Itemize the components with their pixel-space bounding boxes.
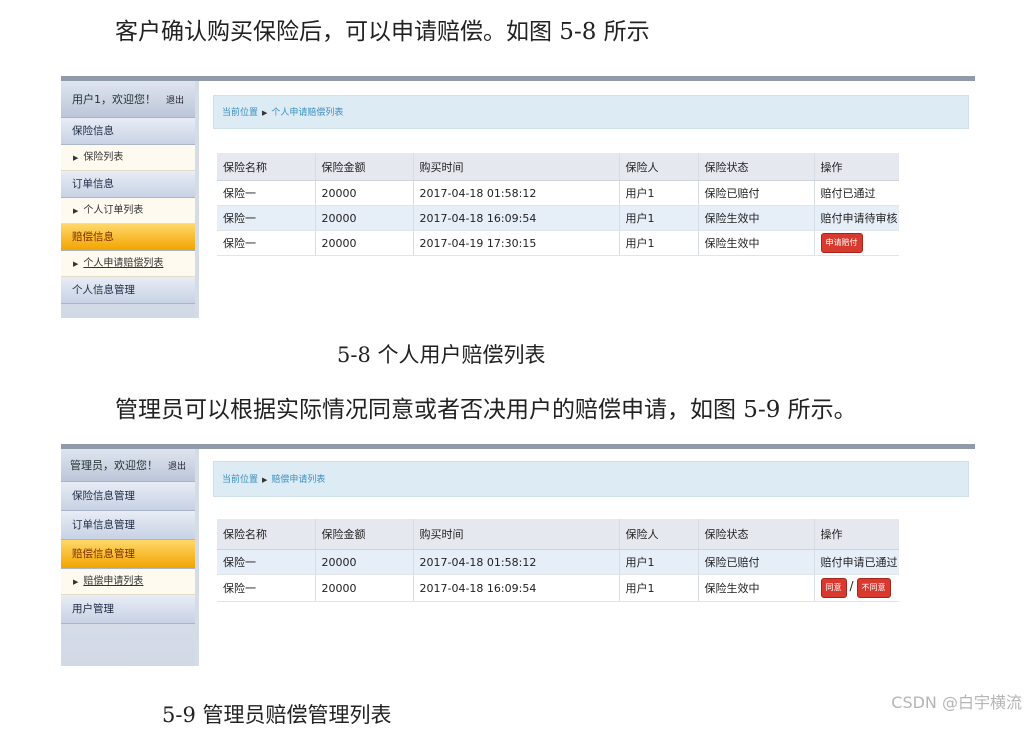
breadcrumb-label: 当前位置	[222, 475, 259, 485]
column-header: 保险人	[618, 153, 698, 181]
cell-amount: 20000	[314, 574, 413, 602]
triangle-right-icon: ▶	[73, 260, 79, 268]
cell-amount: 20000	[314, 205, 413, 231]
cell-time: 2017-04-18 16:09:54	[412, 574, 619, 602]
table-row: 保险一 20000 2017-04-19 17:30:15 用户1 保险生效中 …	[217, 230, 899, 256]
sidebar-item-insurance-management[interactable]: 保险信息管理	[61, 482, 195, 511]
cell-status: 保险已赔付	[697, 180, 814, 206]
sidebar-item-insurance-info[interactable]: 保险信息	[61, 118, 195, 145]
cell-amount: 20000	[314, 180, 413, 206]
column-header: 保险名称	[217, 519, 315, 550]
sidebar-subitem-claim-requests[interactable]: ▶ 赔偿申请列表	[61, 569, 195, 595]
sidebar-item-order-management[interactable]: 订单信息管理	[61, 511, 195, 540]
column-header: 操作	[813, 519, 899, 550]
breadcrumb-label: 当前位置	[222, 108, 259, 118]
sidebar-item-profile[interactable]: 个人信息管理	[61, 277, 195, 304]
cell-status: 保险生效中	[697, 230, 814, 256]
paragraph-purchase-claim: 客户确认购买保险后，可以申请赔偿。如图 5-8 所示	[115, 19, 650, 45]
cell-status: 保险生效中	[697, 205, 814, 231]
triangle-right-icon: ▶	[262, 476, 268, 484]
sidebar-header: 用户1，欢迎您！ 退出	[61, 81, 195, 118]
sidebar: 管理员，欢迎您！ 退出 保险信息管理 订单信息管理 赔偿信息管理 ▶ 赔偿申请列表…	[61, 449, 196, 666]
apply-claim-button[interactable]: 申请赔付	[820, 233, 863, 253]
cell-holder: 用户1	[618, 549, 698, 575]
sidebar-item-claim-info[interactable]: 赔偿信息	[61, 224, 195, 251]
breadcrumb-current[interactable]: 赔偿申请列表	[271, 475, 325, 485]
column-header: 购买时间	[412, 153, 619, 181]
screenshot-admin-claims: 管理员，欢迎您！ 退出 保险信息管理 订单信息管理 赔偿信息管理 ▶ 赔偿申请列表…	[61, 444, 975, 666]
figure-caption-5-9: 5-9 管理员赔偿管理列表	[162, 703, 392, 727]
separator: /	[849, 579, 854, 593]
breadcrumb: 当前位置 ▶ 赔偿申请列表	[213, 461, 969, 497]
logout-link[interactable]: 退出	[166, 93, 184, 106]
column-header: 保险状态	[697, 519, 814, 550]
cell-amount: 20000	[314, 549, 413, 575]
sidebar-item-order-info[interactable]: 订单信息	[61, 171, 195, 198]
cell-time: 2017-04-18 16:09:54	[412, 205, 619, 231]
breadcrumb-current[interactable]: 个人申请赔偿列表	[271, 108, 343, 118]
column-header: 购买时间	[412, 519, 619, 550]
cell-action: 申请赔付	[813, 230, 899, 256]
cell-action: 同意 / 不同意	[813, 574, 899, 602]
figure-caption-5-8: 5-8 个人用户赔偿列表	[337, 343, 546, 367]
table-header-row: 保险名称 保险金额 购买时间 保险人 保险状态 操作	[217, 519, 899, 550]
cell-time: 2017-04-18 01:58:12	[412, 549, 619, 575]
table-header-row: 保险名称 保险金额 购买时间 保险人 保险状态 操作	[217, 153, 899, 181]
column-header: 保险名称	[217, 153, 315, 181]
cell-action: 赔付申请已通过	[813, 549, 899, 575]
sidebar-item-user-management[interactable]: 用户管理	[61, 595, 195, 624]
main-content: 当前位置 ▶ 个人申请赔偿列表 保险名称 保险金额 购买时间 保险人 保险状态 操作…	[195, 81, 975, 318]
logout-link[interactable]: 退出	[168, 459, 186, 472]
cell-holder: 用户1	[618, 205, 698, 231]
cell-time: 2017-04-19 17:30:15	[412, 230, 619, 256]
cell-name: 保险一	[217, 205, 315, 231]
triangle-right-icon: ▶	[262, 109, 268, 117]
table-row: 保险一 20000 2017-04-18 01:58:12 用户1 保险已赔付 …	[217, 180, 899, 206]
table-row: 保险一 20000 2017-04-18 01:58:12 用户1 保险已赔付 …	[217, 549, 899, 575]
cell-holder: 用户1	[618, 180, 698, 206]
triangle-right-icon: ▶	[73, 154, 79, 162]
approve-button[interactable]: 同意	[820, 578, 847, 598]
cell-action: 赔付申请待审核	[813, 205, 899, 231]
watermark: CSDN @白宇横流	[891, 693, 1022, 712]
column-header: 保险状态	[697, 153, 814, 181]
column-header: 保险人	[618, 519, 698, 550]
cell-action: 赔付已通过	[813, 180, 899, 206]
welcome-text: 管理员，欢迎您！	[69, 459, 158, 472]
sidebar-item-claim-management[interactable]: 赔偿信息管理	[61, 540, 195, 569]
sidebar-header: 管理员，欢迎您！ 退出	[61, 449, 195, 482]
cell-holder: 用户1	[618, 230, 698, 256]
claims-table: 保险名称 保险金额 购买时间 保险人 保险状态 操作 保险一 20000 201…	[217, 519, 899, 602]
triangle-right-icon: ▶	[73, 578, 79, 586]
cell-amount: 20000	[314, 230, 413, 256]
cell-name: 保险一	[217, 230, 315, 256]
breadcrumb: 当前位置 ▶ 个人申请赔偿列表	[213, 95, 969, 129]
cell-holder: 用户1	[618, 574, 698, 602]
sidebar-subitem-my-orders[interactable]: ▶ 个人订单列表	[61, 198, 195, 224]
cell-name: 保险一	[217, 574, 315, 602]
screenshot-user-claims: 用户1，欢迎您！ 退出 保险信息 ▶ 保险列表 订单信息 ▶ 个人订单列表 赔偿信息…	[61, 76, 975, 318]
column-header: 操作	[813, 153, 899, 181]
cell-status: 保险已赔付	[697, 549, 814, 575]
table-row: 保险一 20000 2017-04-18 16:09:54 用户1 保险生效中 …	[217, 205, 899, 231]
cell-time: 2017-04-18 01:58:12	[412, 180, 619, 206]
sidebar: 用户1，欢迎您！ 退出 保险信息 ▶ 保险列表 订单信息 ▶ 个人订单列表 赔偿信息…	[61, 81, 196, 318]
main-content: 当前位置 ▶ 赔偿申请列表 保险名称 保险金额 购买时间 保险人 保险状态 操作 保…	[195, 449, 975, 666]
triangle-right-icon: ▶	[73, 207, 79, 215]
cell-status: 保险生效中	[697, 574, 814, 602]
welcome-text: 用户1，欢迎您！	[71, 93, 156, 106]
paragraph-admin-approval: 管理员可以根据实际情况同意或者否决用户的赔偿申请，如图 5-9 所示。	[115, 397, 857, 423]
claims-table: 保险名称 保险金额 购买时间 保险人 保险状态 操作 保险一 20000 201…	[217, 153, 899, 256]
table-row: 保险一 20000 2017-04-18 16:09:54 用户1 保险生效中 …	[217, 574, 899, 602]
reject-button[interactable]: 不同意	[856, 578, 891, 598]
sidebar-subitem-insurance-list[interactable]: ▶ 保险列表	[61, 145, 195, 171]
column-header: 保险金额	[314, 519, 413, 550]
cell-name: 保险一	[217, 180, 315, 206]
column-header: 保险金额	[314, 153, 413, 181]
sidebar-subitem-my-claims[interactable]: ▶ 个人申请赔偿列表	[61, 251, 195, 277]
cell-name: 保险一	[217, 549, 315, 575]
